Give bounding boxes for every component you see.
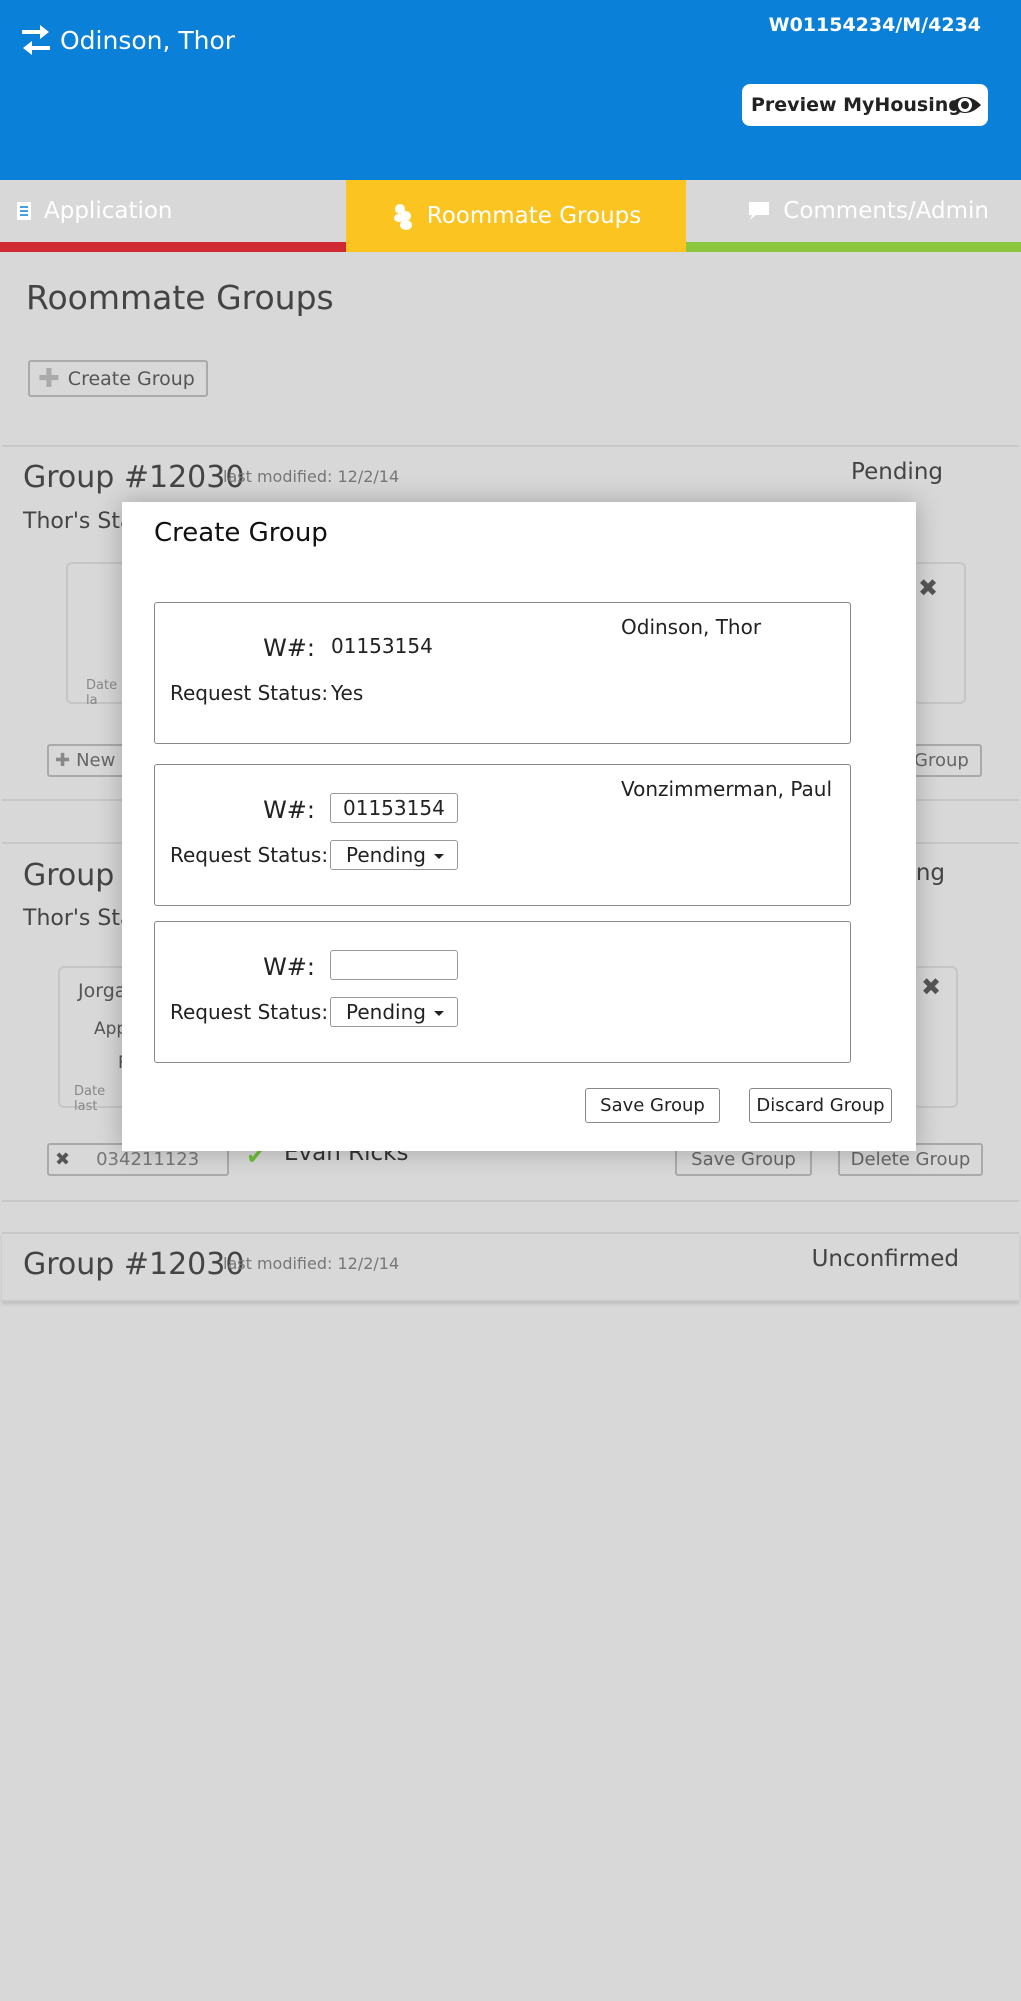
w-number-input[interactable]	[330, 950, 458, 980]
plus-icon: ✚	[38, 363, 60, 394]
group-status: ng	[915, 860, 945, 886]
group-modified: last modified: 12/2/14	[223, 467, 400, 486]
tab-label: Comments/Admin	[783, 198, 989, 224]
preview-myhousing-button[interactable]: Preview MyHousing	[742, 84, 988, 126]
group-card: Group #12030 last modified: 12/2/14 Unco…	[2, 1232, 1019, 1302]
member-row: W#: 01153154 Request Status: Yes Odinson…	[154, 602, 851, 744]
request-status-select[interactable]: Pending	[330, 840, 458, 870]
group-title: Group #12030	[23, 460, 245, 495]
discard-group-button[interactable]: Discard Group	[749, 1088, 892, 1123]
create-group-button[interactable]: ✚ Create Group	[28, 360, 208, 397]
member-row: W#: 01153154 Request Status: Pending Von…	[154, 764, 851, 906]
w-number-label: W#:	[263, 796, 315, 824]
save-group-button[interactable]: Group	[914, 744, 982, 777]
member-card: Jorga App R Date last	[58, 966, 130, 1114]
caret-down-icon	[434, 1011, 444, 1016]
create-group-modal: Create Group W#: 01153154 Request Status…	[122, 502, 916, 1151]
request-status-label: Request Status:	[170, 843, 329, 867]
user-id: W01154234/M/4234	[768, 14, 981, 36]
document-icon	[17, 202, 31, 220]
new-member-button[interactable]: ✚ New	[47, 744, 127, 777]
remove-member-icon[interactable]: ✖	[918, 574, 938, 602]
request-status-value: Pending	[346, 1000, 426, 1024]
create-group-label: Create Group	[67, 367, 195, 390]
w-number-value: 034211123	[96, 1149, 200, 1170]
plus-icon: ✚	[55, 750, 71, 771]
w-number-input[interactable]: 01153154	[330, 793, 458, 823]
member-row: W#: Request Status: Pending	[154, 921, 851, 1063]
new-label: New	[76, 750, 116, 771]
tab-comments-admin[interactable]: Comments/Admin	[686, 180, 1021, 252]
w-number-value: 01153154	[343, 796, 445, 820]
switch-user[interactable]: Odinson, Thor	[20, 22, 235, 58]
request-status-value: Yes	[331, 681, 364, 705]
swap-icon	[22, 25, 50, 55]
save-label: Save Group	[600, 1095, 705, 1116]
discard-label: Discard Group	[756, 1095, 885, 1116]
member-name: Jorga	[78, 980, 127, 1002]
member-card: Date la	[66, 562, 126, 708]
delete-label: Delete Group	[850, 1149, 971, 1170]
group-status-line: Thor's Sta	[23, 906, 134, 931]
tab-label: Roommate Groups	[426, 203, 642, 229]
save-label: Save Group	[691, 1149, 796, 1170]
request-status-label: Request Status:	[170, 1000, 329, 1024]
w-number-value: 01153154	[331, 634, 433, 658]
modal-title: Create Group	[154, 518, 328, 548]
group-status: Pending	[851, 459, 943, 485]
remove-member-icon[interactable]: ✖	[921, 973, 941, 1001]
page-title: Roommate Groups	[26, 278, 334, 317]
group-status: Unconfirmed	[811, 1246, 959, 1272]
w-number-label: W#:	[263, 953, 315, 981]
save-group-button[interactable]: Save Group	[585, 1088, 720, 1123]
tab-roommate-groups[interactable]: Roommate Groups	[346, 180, 686, 252]
comment-icon	[749, 202, 770, 220]
tab-label: Application	[44, 198, 173, 224]
user-name: Odinson, Thor	[60, 25, 236, 55]
eye-icon	[949, 97, 981, 113]
tab-application[interactable]: Application	[0, 180, 346, 252]
request-status-select[interactable]: Pending	[330, 997, 458, 1027]
group-status-line: Thor's Sta	[23, 509, 134, 534]
close-icon[interactable]: ✖	[55, 1149, 70, 1170]
member-date: Date la	[86, 678, 118, 708]
people-icon	[393, 204, 412, 230]
preview-label: Preview MyHousing	[751, 94, 962, 116]
caret-down-icon	[434, 854, 444, 859]
app-header: Odinson, Thor W01154234/M/4234 Preview M…	[0, 0, 1021, 180]
group-title: Group #12030	[23, 1247, 245, 1282]
w-number-label: W#:	[263, 634, 315, 662]
member-name: Vonzimmerman, Paul	[621, 777, 833, 801]
request-status-label: Request Status:	[170, 681, 329, 705]
request-status-value: Pending	[346, 843, 426, 867]
save-label: Group	[914, 750, 969, 771]
group-modified: last modified: 12/2/14	[223, 1254, 400, 1273]
member-date: Date last	[74, 1084, 106, 1114]
member-name: Odinson, Thor	[621, 615, 762, 639]
